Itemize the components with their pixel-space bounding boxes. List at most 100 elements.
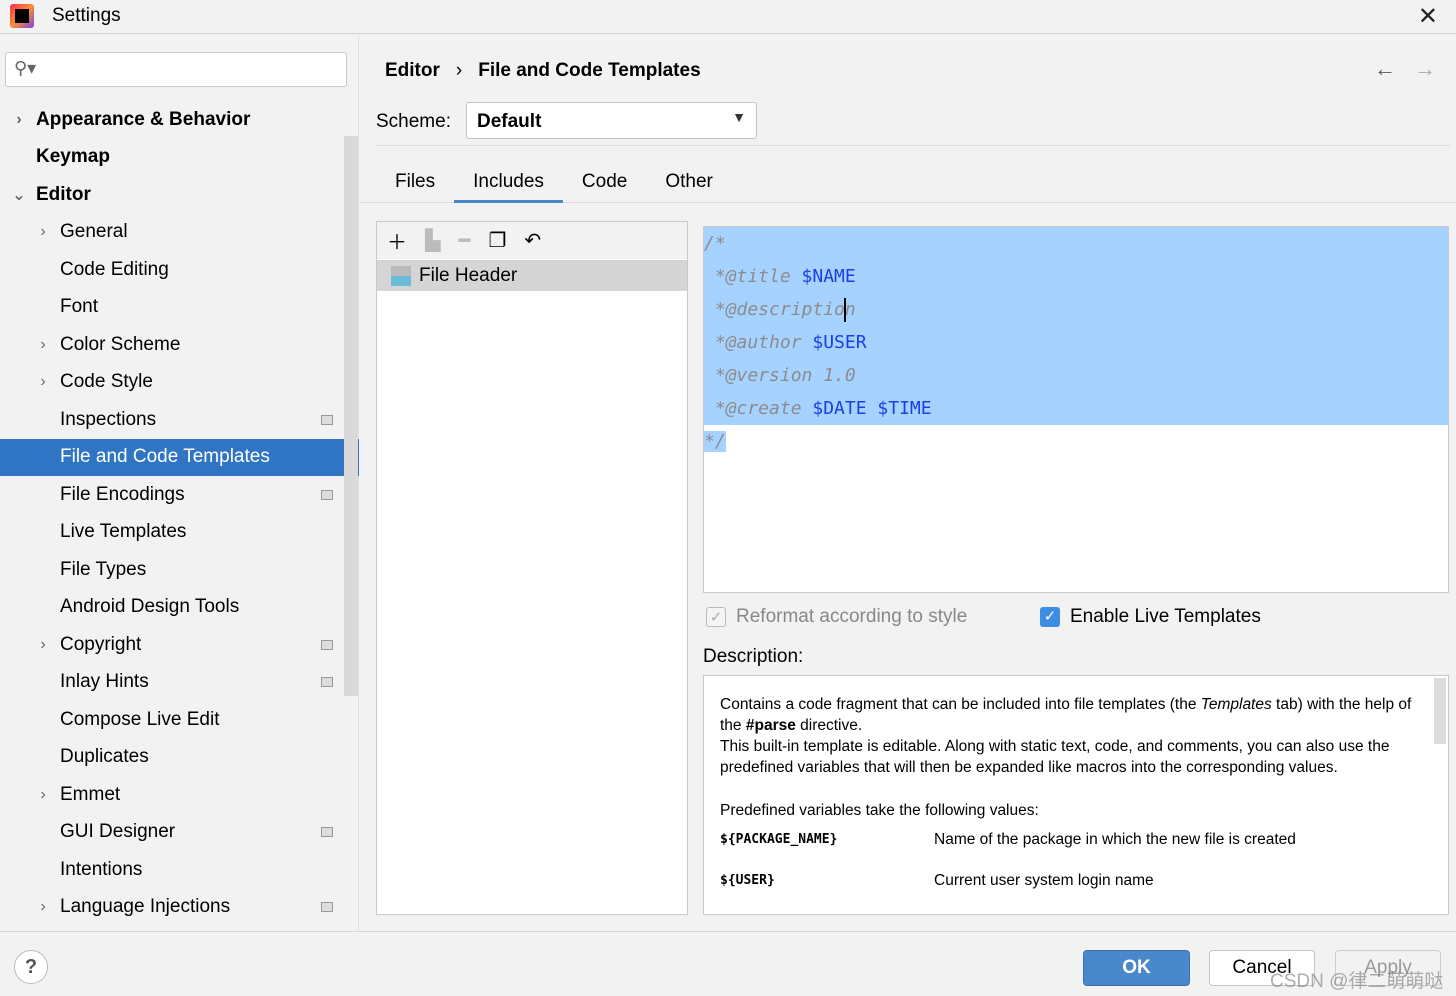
sidebar-item-inlay-hints[interactable]: Inlay Hints (0, 664, 344, 702)
sidebar-item-file-encodings[interactable]: File Encodings (0, 476, 344, 514)
remove-icon[interactable]: ━ (458, 228, 470, 253)
window-title: Settings (52, 5, 121, 26)
close-icon[interactable]: ✕ (1418, 2, 1438, 31)
description-scrollbar[interactable] (1434, 678, 1446, 744)
sidebar-item-keymap[interactable]: Keymap (0, 139, 344, 177)
sidebar-item-label: Inspections (60, 408, 157, 430)
sidebar-item-live-templates[interactable]: Live Templates (0, 514, 344, 552)
comment-text: *@author (704, 332, 813, 353)
chevron-right-icon[interactable]: › (36, 786, 50, 804)
sidebar-item-appearance-behavior[interactable]: › Appearance & Behavior (0, 101, 344, 139)
forward-arrow-icon[interactable]: → (1414, 56, 1436, 82)
variable-row: ${USER} Current user system login name (720, 872, 1154, 889)
template-variable: $DATE $TIME (812, 398, 932, 419)
sidebar-item-code-style[interactable]: › Code Style (0, 364, 344, 402)
code-line: *@version 1.0 (704, 359, 1448, 392)
description-paragraph: This built-in template is editable. Alon… (720, 738, 1390, 776)
search-input[interactable]: ⚲▾ (5, 52, 347, 87)
copy-icon[interactable]: ❐ (488, 228, 506, 253)
template-variable: $NAME (801, 266, 856, 287)
sidebar-item-emmet[interactable]: › Emmet (0, 776, 344, 814)
sidebar-item-label: General (60, 221, 128, 243)
comment-text: *@create (704, 398, 813, 419)
add-child-file-icon[interactable]: ▙ (425, 228, 440, 253)
sidebar-scrollbar[interactable] (344, 136, 358, 696)
template-list-panel: ＋ ▙ ━ ❐ ↶ File Header (376, 221, 688, 915)
project-settings-icon (321, 489, 333, 500)
description-label: Description: (703, 646, 804, 667)
breadcrumb: Editor › File and Code Templates (385, 60, 701, 82)
tab-code[interactable]: Code (563, 161, 646, 203)
chevron-right-icon[interactable]: › (36, 336, 50, 354)
intellij-app-icon (10, 4, 34, 28)
sidebar-item-language-injections[interactable]: › Language Injections (0, 889, 344, 927)
sidebar-item-label: Code Editing (60, 258, 169, 280)
template-tabs: Files Includes Code Other (376, 161, 732, 203)
sidebar-item-compose-live-edit[interactable]: Compose Live Edit (0, 701, 344, 739)
sidebar-item-label: File Types (60, 558, 147, 580)
add-icon[interactable]: ＋ (387, 226, 407, 255)
chevron-right-icon[interactable]: › (36, 223, 50, 241)
sidebar-item-file-types[interactable]: File Types (0, 551, 344, 589)
sidebar-item-label: File Encodings (60, 483, 185, 505)
comment-text: *@version 1.0 (704, 365, 856, 386)
help-button[interactable]: ? (14, 950, 48, 984)
sidebar-item-android-design-tools[interactable]: Android Design Tools (0, 589, 344, 627)
chevron-right-icon[interactable]: › (36, 373, 50, 391)
sidebar-item-general[interactable]: › General (0, 214, 344, 252)
code-line: *@description (704, 293, 1448, 326)
sidebar-item-duplicates[interactable]: Duplicates (0, 739, 344, 777)
sidebar-item-label: GUI Designer (60, 821, 176, 843)
code-line: /* (704, 227, 1448, 260)
template-code-editor[interactable]: /* *@title $NAME *@description *@author … (703, 226, 1449, 593)
sidebar-item-label: Duplicates (60, 746, 149, 768)
breadcrumb-editor[interactable]: Editor (385, 60, 440, 82)
sidebar-item-editor[interactable]: ⌄ Editor (0, 176, 344, 214)
comment-text: *@title (704, 266, 802, 287)
settings-content: Editor › File and Code Templates ← → Sche… (360, 36, 1456, 931)
sidebar-item-color-scheme[interactable]: › Color Scheme (0, 326, 344, 364)
sidebar-item-label: Language Injections (60, 896, 231, 918)
sidebar-item-intentions[interactable]: Intentions (0, 851, 344, 889)
sidebar-item-label: Keymap (36, 146, 110, 168)
sidebar-item-label: Intentions (60, 858, 143, 880)
watermark: CSDN @律二萌萌哒 (1270, 971, 1444, 992)
tab-includes[interactable]: Includes (454, 161, 563, 203)
sidebar-item-label: Emmet (60, 783, 121, 805)
code-line: *@create $DATE $TIME (704, 392, 1448, 425)
sidebar-item-label: Appearance & Behavior (36, 108, 251, 130)
chevron-right-icon[interactable]: › (12, 111, 26, 129)
tab-other[interactable]: Other (646, 161, 732, 203)
sidebar-item-inspections[interactable]: Inspections (0, 401, 344, 439)
sidebar-item-label: Editor (36, 183, 91, 205)
description-panel: Contains a code fragment that can be inc… (703, 675, 1449, 915)
tab-files[interactable]: Files (376, 161, 454, 203)
settings-sidebar: ⚲▾ › Appearance & Behavior Keymap ⌄ Editor › G… (0, 36, 359, 931)
code-line: *@author $USER (704, 326, 1448, 359)
scheme-dropdown[interactable]: Default ▼ (466, 102, 757, 139)
reset-icon[interactable]: ↶ (524, 228, 541, 253)
comment-text: */ (704, 431, 726, 452)
chevron-right-icon[interactable]: › (36, 636, 50, 654)
sidebar-item-font[interactable]: Font (0, 289, 344, 327)
scheme-value: Default (477, 111, 542, 132)
divider (376, 145, 1450, 146)
sidebar-item-label: Compose Live Edit (60, 708, 220, 730)
sidebar-item-file-and-code-templates[interactable]: File and Code Templates (0, 438, 359, 476)
scheme-label: Scheme: (376, 111, 451, 132)
dialog-footer: ? OK Cancel Apply CSDN @律二萌萌哒 (0, 931, 1456, 996)
reformat-checkbox[interactable]: ✓ Reformat according to style (706, 606, 967, 628)
sidebar-item-gui-designer[interactable]: GUI Designer (0, 814, 344, 852)
enable-live-templates-checkbox[interactable]: ✓ Enable Live Templates (1040, 606, 1261, 628)
sidebar-item-copyright[interactable]: › Copyright (0, 626, 344, 664)
code-line: *@title $NAME (704, 260, 1448, 293)
sidebar-item-code-editing[interactable]: Code Editing (0, 251, 344, 289)
checkbox-checked-icon: ✓ (706, 606, 726, 627)
template-item-file-header[interactable]: File Header (377, 260, 687, 291)
ok-button[interactable]: OK (1083, 950, 1190, 986)
chevron-right-icon[interactable]: › (36, 898, 50, 916)
sidebar-item-label: Font (60, 296, 99, 318)
back-arrow-icon[interactable]: ← (1374, 56, 1396, 82)
sidebar-item-label: Color Scheme (60, 333, 181, 355)
chevron-down-icon[interactable]: ⌄ (12, 185, 26, 205)
